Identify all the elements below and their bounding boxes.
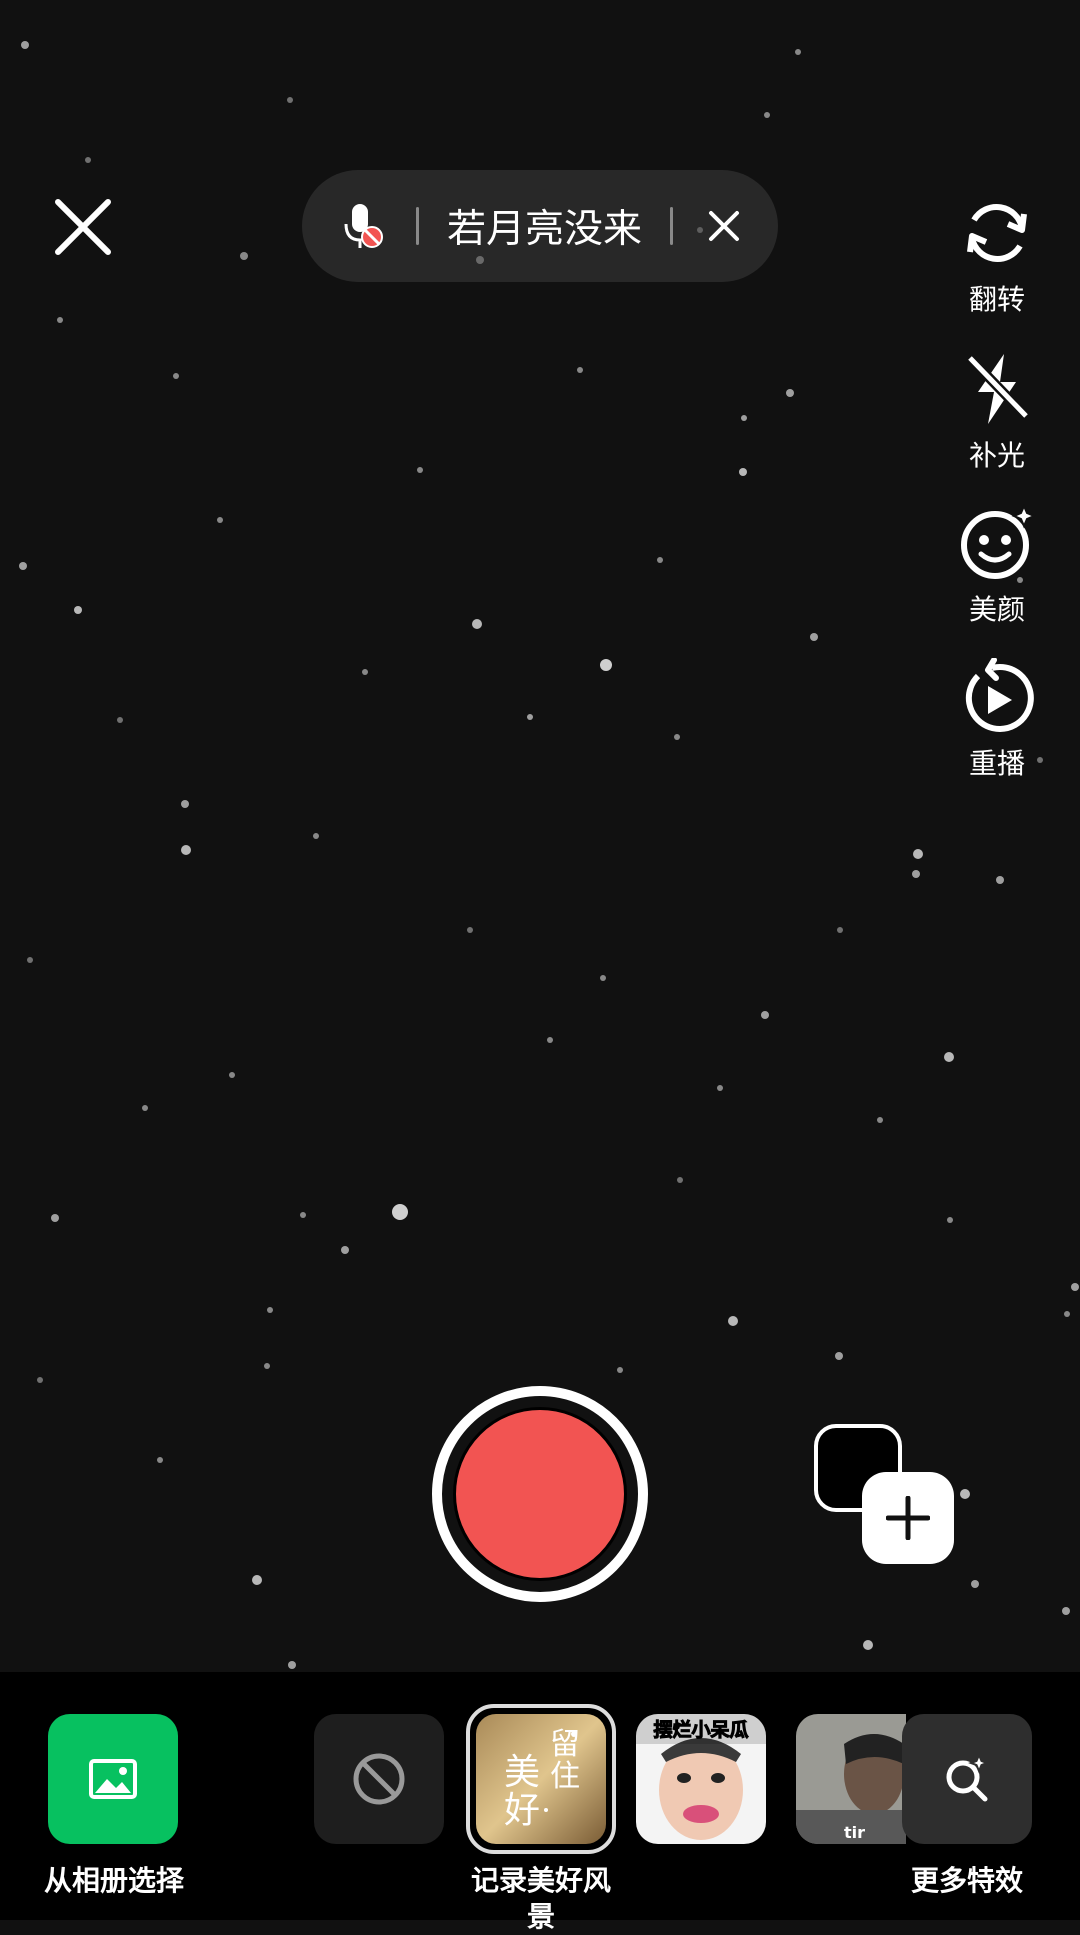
effect-item[interactable]: tir bbox=[796, 1714, 906, 1844]
fill-light-off-icon bbox=[966, 354, 1030, 424]
selected-effect-label: 记录美好风景 bbox=[470, 1864, 611, 1933]
divider bbox=[670, 207, 674, 245]
effect-selected[interactable]: 留 住 美 好 bbox=[466, 1704, 616, 1854]
divider bbox=[416, 207, 419, 245]
beauty-label: 美颜 bbox=[968, 593, 1025, 626]
no-effect-icon bbox=[353, 1753, 405, 1805]
effect-text-2: 住 bbox=[550, 1759, 580, 1794]
replay-label: 重播 bbox=[968, 747, 1025, 780]
flip-camera-button[interactable]: 翻转 bbox=[950, 194, 1044, 318]
album-picker-label: 从相册选择 bbox=[43, 1864, 184, 1897]
image-icon bbox=[89, 1759, 137, 1799]
record-dot bbox=[453, 1407, 627, 1581]
effect-thumbnail: 摆烂小呆瓜 bbox=[636, 1714, 766, 1844]
add-clip-button[interactable] bbox=[812, 1424, 954, 1566]
search-sparkle-icon bbox=[946, 1752, 990, 1802]
close-icon bbox=[55, 199, 111, 255]
record-button[interactable] bbox=[432, 1386, 648, 1602]
album-picker-button[interactable] bbox=[48, 1714, 178, 1844]
replay-icon bbox=[965, 658, 1034, 732]
remove-music-icon[interactable] bbox=[707, 209, 741, 243]
effect-text-3: 美 bbox=[504, 1752, 540, 1793]
plus-icon bbox=[886, 1496, 930, 1540]
music-title: 若月亮没来 bbox=[447, 207, 643, 252]
fill-light-button[interactable]: 补光 bbox=[950, 350, 1044, 474]
more-effects-button[interactable] bbox=[902, 1714, 1032, 1844]
beauty-face-icon bbox=[961, 504, 1036, 579]
beauty-button[interactable]: 美颜 bbox=[950, 504, 1044, 628]
effect-title: 摆烂小呆瓜 bbox=[653, 1719, 748, 1741]
fill-light-label: 补光 bbox=[968, 439, 1025, 472]
mic-muted-icon[interactable] bbox=[340, 202, 388, 250]
effect-none[interactable] bbox=[314, 1714, 444, 1844]
close-button[interactable] bbox=[52, 196, 114, 258]
flip-camera-icon bbox=[967, 204, 1027, 262]
effect-item[interactable]: 摆烂小呆瓜 bbox=[636, 1714, 766, 1844]
effect-thumbnail: 留 住 美 好 bbox=[476, 1714, 606, 1844]
effect-thumbnail: tir bbox=[796, 1714, 906, 1844]
add-button bbox=[862, 1472, 954, 1564]
effect-text-1: 留 bbox=[550, 1727, 580, 1762]
replay-button[interactable]: 重播 bbox=[950, 658, 1044, 782]
flip-camera-label: 翻转 bbox=[968, 283, 1025, 316]
effect-text-4: 好 bbox=[504, 1790, 540, 1831]
music-selector[interactable]: 若月亮没来 bbox=[302, 170, 778, 282]
more-effects-label: 更多特效 bbox=[910, 1864, 1023, 1897]
effect-text: tir bbox=[844, 1823, 865, 1842]
